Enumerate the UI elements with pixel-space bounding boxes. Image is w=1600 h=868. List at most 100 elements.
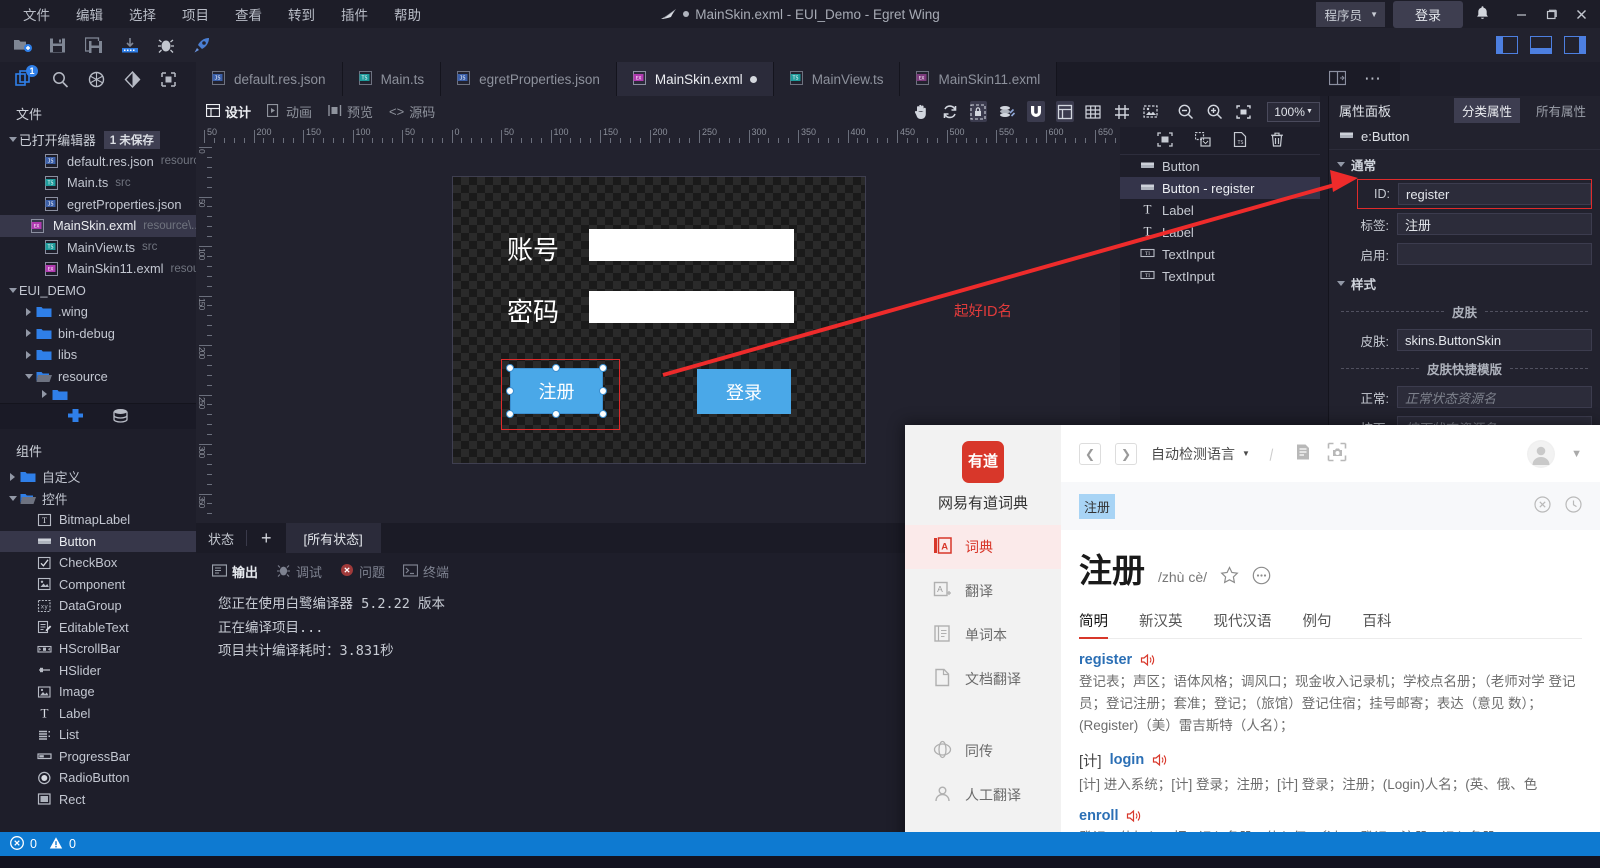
dict-tab-new-ce[interactable]: 新汉英 — [1139, 610, 1183, 631]
toggle-bottom-panel-icon[interactable] — [1530, 36, 1552, 54]
component-item-next[interactable] — [0, 810, 196, 820]
dict-tab-concise[interactable]: 简明 — [1079, 610, 1108, 639]
output-tab-debug[interactable]: 调试 — [276, 562, 322, 581]
youdao-nav-simultaneous[interactable]: 同传 — [905, 729, 1061, 773]
menu-file[interactable]: 文件 — [10, 0, 63, 28]
export-icon[interactable] — [118, 33, 142, 57]
output-tab-output[interactable]: 输出 — [211, 562, 258, 581]
resize-handle-w[interactable] — [506, 387, 514, 395]
pronounce-icon[interactable] — [1140, 653, 1156, 667]
more-options-icon[interactable] — [1252, 566, 1271, 592]
open-editor-item[interactable]: EX MainSkin11.exml resour... — [0, 258, 196, 280]
grid-lines-icon[interactable] — [1113, 101, 1131, 122]
more-actions-icon[interactable]: ⋯ — [1364, 69, 1382, 89]
group-general[interactable]: 通常 — [1329, 150, 1600, 179]
search-input[interactable]: 注册 — [1079, 493, 1116, 519]
mode-preview[interactable]: 预览 — [328, 102, 373, 121]
component-item-checkbox[interactable]: CheckBox — [0, 552, 196, 574]
outline-item-textinput-2[interactable]: TI TextInput — [1120, 265, 1320, 287]
component-group-custom[interactable]: 自定义 — [0, 466, 196, 488]
folder-item-bin-debug[interactable]: bin-debug — [0, 323, 196, 345]
youdao-nav-wordbook[interactable]: 单词本 — [905, 613, 1061, 657]
stage-textinput-password[interactable] — [589, 291, 794, 323]
toggle-right-panel-icon[interactable] — [1564, 36, 1586, 54]
resize-handle-sw[interactable] — [506, 410, 514, 418]
component-item-bitmaplabel[interactable]: T BitmapLabel — [0, 509, 196, 531]
youdao-nav-dictionary[interactable]: A 词典 — [905, 525, 1061, 569]
menu-edit[interactable]: 编辑 — [63, 0, 116, 28]
avatar[interactable] — [1527, 439, 1556, 468]
pronounce-icon[interactable] — [1126, 809, 1142, 823]
fit-to-screen-icon[interactable] — [1234, 101, 1252, 122]
tab-all-properties[interactable]: 所有属性 — [1528, 98, 1594, 123]
menu-goto[interactable]: 转到 — [275, 0, 328, 28]
tab-main-ts[interactable]: TS Main.ts — [342, 62, 442, 96]
explorer-icon[interactable]: 1 — [12, 65, 38, 91]
id-input[interactable]: register — [1398, 183, 1591, 205]
open-editors-header[interactable]: 已打开编辑器 1 未保存 — [0, 129, 196, 151]
favorite-star-icon[interactable] — [1220, 566, 1239, 592]
menu-plugins[interactable]: 插件 — [328, 0, 381, 28]
menu-select[interactable]: 选择 — [116, 0, 169, 28]
youdao-nav-document-translate[interactable]: 文档翻译 — [905, 657, 1061, 701]
split-editor-icon[interactable] — [1328, 70, 1347, 89]
tab-default-res-json[interactable]: JS default.res.json — [196, 62, 343, 96]
language-selector[interactable]: 自动检测语言 ▼ — [1151, 444, 1250, 464]
refresh-icon[interactable] — [941, 101, 959, 122]
component-group-controls[interactable]: 控件 — [0, 488, 196, 510]
grid-table-icon[interactable] — [1085, 101, 1103, 122]
open-editor-item[interactable]: TS Main.ts src — [0, 172, 196, 194]
dict-tab-encyclopedia[interactable]: 百科 — [1363, 610, 1392, 631]
dict-tab-examples[interactable]: 例句 — [1303, 610, 1332, 631]
delete-icon[interactable] — [1270, 132, 1284, 150]
zoom-level-selector[interactable]: 100% ▼ — [1267, 101, 1320, 122]
component-item-button[interactable]: Button — [0, 530, 196, 552]
maximize-button[interactable] — [1536, 0, 1566, 28]
menu-project[interactable]: 项目 — [169, 0, 222, 28]
zoom-in-icon[interactable] — [1206, 101, 1224, 122]
tag-input[interactable]: 注册 — [1397, 213, 1592, 235]
outline-item-textinput-1[interactable]: TI TextInput — [1120, 243, 1320, 265]
hand-pan-icon[interactable] — [912, 101, 930, 122]
tab-egretproperties-json[interactable]: JS egretProperties.json — [441, 62, 617, 96]
screenshot-icon[interactable] — [1327, 442, 1347, 465]
minimize-button[interactable] — [1506, 0, 1536, 28]
open-editor-item[interactable]: TS MainView.ts src — [0, 237, 196, 259]
resize-handle-n[interactable] — [552, 364, 560, 372]
component-item-component[interactable]: Component — [0, 574, 196, 596]
youdao-nav-translate[interactable]: A 翻译 — [905, 569, 1061, 613]
resize-handle-e[interactable] — [599, 387, 607, 395]
login-button[interactable]: 登录 — [1392, 0, 1463, 28]
open-editor-item[interactable]: JS egretProperties.json — [0, 194, 196, 216]
mode-design[interactable]: 设计 — [205, 102, 251, 121]
component-item-hslider[interactable]: HSlider — [0, 660, 196, 682]
align-guides-icon[interactable] — [1055, 101, 1074, 122]
menu-help[interactable]: 帮助 — [381, 0, 434, 28]
select-all-icon[interactable] — [1156, 131, 1173, 150]
folder-item-resource[interactable]: resource — [0, 366, 196, 388]
normal-input[interactable]: 正常状态资源名 — [1397, 386, 1592, 408]
resize-handle-ne[interactable] — [599, 364, 607, 372]
chevron-down-icon[interactable]: ▼ — [1571, 448, 1582, 460]
open-editor-item-active[interactable]: EX MainSkin.exml resource\... — [0, 215, 196, 237]
toggle-left-panel-icon[interactable] — [1496, 36, 1518, 54]
folder-item-assets[interactable] — [0, 387, 196, 401]
add-state-button[interactable]: + — [247, 523, 286, 553]
outline-item-label-1[interactable]: T Label — [1120, 199, 1320, 221]
search-icon[interactable] — [48, 67, 72, 91]
menu-view[interactable]: 查看 — [222, 0, 275, 28]
open-editor-item[interactable]: JS default.res.json resource — [0, 151, 196, 173]
forward-button[interactable]: ❯ — [1115, 442, 1137, 465]
generate-ts-icon[interactable]: TS — [1233, 131, 1248, 150]
tab-mainview-ts[interactable]: TS MainView.ts — [773, 62, 901, 96]
output-tab-terminal[interactable]: 终端 — [402, 562, 449, 581]
zoom-out-icon[interactable] — [1177, 101, 1195, 122]
skin-input[interactable]: skins.ButtonSkin — [1397, 329, 1592, 351]
resize-handle-se[interactable] — [599, 410, 607, 418]
component-item-list[interactable]: List — [0, 724, 196, 746]
magnet-snap-icon[interactable] — [1027, 101, 1045, 122]
component-item-hscrollbar[interactable]: HScrollBar — [0, 638, 196, 660]
output-tab-problems[interactable]: 问题 — [340, 562, 385, 581]
resize-handle-s[interactable] — [552, 410, 560, 418]
stage-textinput-account[interactable] — [589, 229, 794, 261]
